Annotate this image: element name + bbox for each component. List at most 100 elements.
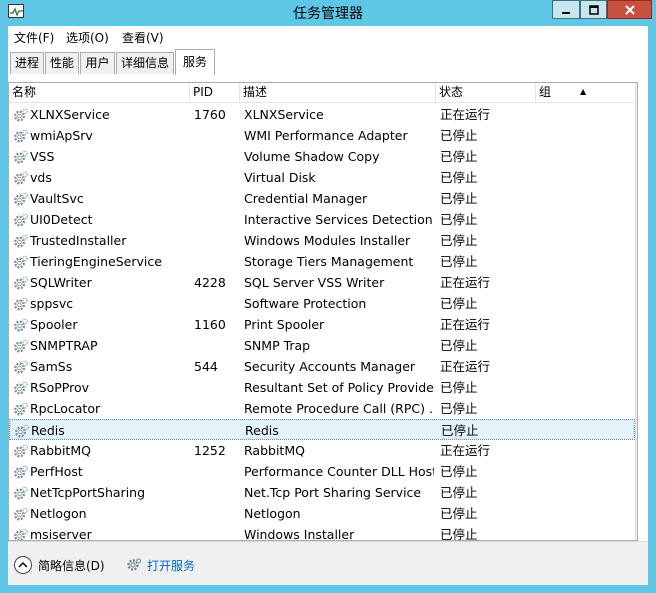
service-name: SNMPTRAP <box>30 338 98 353</box>
service-row[interactable]: SQLWriter 4228 SQL Server VSS Writer 正在运行 <box>9 272 635 293</box>
service-row[interactable]: Spooler 1160 Print Spooler 正在运行 <box>9 314 635 335</box>
service-pid: 4228 <box>194 275 226 290</box>
service-pid <box>194 251 239 272</box>
minimize-button[interactable] <box>552 0 580 19</box>
service-gear-icon <box>13 107 29 123</box>
service-name: UI0Detect <box>30 212 93 227</box>
menu-options[interactable]: 选项(O) <box>66 29 109 46</box>
service-gear-icon <box>13 149 29 165</box>
tab-details[interactable]: 详细信息 <box>116 52 174 74</box>
service-gear-icon <box>13 128 29 144</box>
service-row[interactable]: NetTcpPortSharing Net.Tcp Port Sharing Se… <box>9 482 635 503</box>
tab-performance[interactable]: 性能 <box>45 52 79 74</box>
service-name: msiserver <box>30 527 92 541</box>
service-row[interactable]: VSS Volume Shadow Copy 已停止 <box>9 146 635 167</box>
service-status: 已停止 <box>440 149 478 164</box>
service-pid <box>194 461 239 482</box>
service-row[interactable]: sppsvc Software Protection 已停止 <box>9 293 635 314</box>
column-header-name[interactable]: 名称 <box>9 83 190 103</box>
service-description: Credential Manager <box>244 191 368 206</box>
service-description: XLNXService <box>244 107 324 122</box>
service-gear-icon <box>13 443 29 459</box>
fewer-details-button[interactable]: 简略信息(D) <box>14 554 105 576</box>
service-name: RabbitMQ <box>30 443 91 458</box>
service-gear-icon <box>13 212 29 228</box>
service-row[interactable]: VaultSvc Credential Manager 已停止 <box>9 188 635 209</box>
service-gear-icon <box>13 191 29 207</box>
task-manager-window: 任务管理器 文件(F) 选项(O) 查看(V) 进程 性能 用户 详细信息 服务… <box>0 0 656 593</box>
service-description: Software Protection <box>244 296 367 311</box>
service-description: Windows Modules Installer <box>244 233 411 248</box>
service-status: 正在运行 <box>440 443 491 458</box>
service-name: Redis <box>31 423 65 438</box>
footer-bar: 简略信息(D) 打开服务 <box>8 541 648 585</box>
service-description: Windows Installer <box>244 527 355 541</box>
service-pid: 1252 <box>194 443 226 458</box>
service-pid: 544 <box>194 359 218 374</box>
service-row[interactable]: UI0Detect Interactive Services Detection 已… <box>9 209 635 230</box>
maximize-button[interactable] <box>580 0 607 19</box>
close-icon <box>624 4 635 15</box>
service-row[interactable]: msiserver Windows Installer 已停止 <box>9 524 635 541</box>
scroll-thumb[interactable] <box>637 105 638 147</box>
service-gear-icon <box>13 380 29 396</box>
service-description: Remote Procedure Call (RPC) ... <box>244 401 434 416</box>
tab-processes[interactable]: 进程 <box>10 52 44 74</box>
service-description: Storage Tiers Management <box>244 254 414 269</box>
close-button[interactable] <box>607 0 652 19</box>
service-row[interactable]: TieringEngineService Storage Tiers Manage… <box>9 251 635 272</box>
service-description: Redis <box>245 423 279 438</box>
service-row[interactable]: wmiApSrv WMI Performance Adapter 已停止 <box>9 125 635 146</box>
service-description: Performance Counter DLL Host <box>244 464 434 479</box>
open-services-link[interactable]: 打开服务 <box>126 554 195 576</box>
service-gear-icon <box>13 233 29 249</box>
service-row[interactable]: XLNXService 1760 XLNXService 正在运行 <box>9 104 635 125</box>
service-description: Volume Shadow Copy <box>244 149 380 164</box>
service-name: vds <box>30 170 52 185</box>
service-name: RSoPProv <box>30 380 90 395</box>
service-row[interactable]: RSoPProv Resultant Set of Policy Provider… <box>9 377 635 398</box>
service-gear-icon <box>13 506 29 522</box>
column-header-pid[interactable]: PID <box>190 83 240 103</box>
service-name: sppsvc <box>30 296 74 311</box>
service-row[interactable]: TrustedInstaller Windows Modules Installe… <box>9 230 635 251</box>
service-description: SQL Server VSS Writer <box>244 275 385 290</box>
service-gear-icon <box>13 275 29 291</box>
service-row[interactable]: SNMPTRAP SNMP Trap 已停止 <box>9 335 635 356</box>
service-name: Netlogon <box>30 506 87 521</box>
title-bar[interactable]: 任务管理器 <box>0 0 656 26</box>
menu-file[interactable]: 文件(F) <box>14 29 54 46</box>
service-status: 已停止 <box>440 506 478 521</box>
column-header-status[interactable]: 状态 <box>436 83 536 103</box>
service-description: Net.Tcp Port Sharing Service <box>244 485 422 500</box>
services-list[interactable]: 名称 PID 描述 状态 组 ▲ XLNXService 1760 XLNXServ… <box>8 82 638 541</box>
minimize-icon <box>562 11 570 14</box>
service-row[interactable]: Redis Redis 已停止 <box>9 419 635 440</box>
tab-users[interactable]: 用户 <box>80 52 115 74</box>
service-status: 已停止 <box>440 527 478 541</box>
vertical-scrollbar[interactable]: ▲ ▼ <box>635 83 638 540</box>
service-gear-icon <box>14 423 30 439</box>
service-row[interactable]: Netlogon Netlogon 已停止 <box>9 503 635 524</box>
menu-view[interactable]: 查看(V) <box>122 29 164 46</box>
maximize-icon <box>588 4 599 15</box>
scroll-up-button[interactable]: ▲ <box>636 83 637 100</box>
scroll-down-button[interactable]: ▼ <box>636 523 637 540</box>
service-row[interactable]: PerfHost Performance Counter DLL Host 已停止 <box>9 461 635 482</box>
service-name: TieringEngineService <box>30 254 162 269</box>
client-area: 文件(F) 选项(O) 查看(V) 进程 性能 用户 详细信息 服务 名称 PI… <box>8 26 648 585</box>
service-pid <box>194 482 239 503</box>
service-row[interactable]: SamSs 544 Security Accounts Manager 正在运行 <box>9 356 635 377</box>
service-row[interactable]: RpcLocator Remote Procedure Call (RPC) ..… <box>9 398 635 419</box>
service-description: Netlogon <box>244 506 301 521</box>
service-pid <box>194 230 239 251</box>
service-name: PerfHost <box>30 464 83 479</box>
column-header-description[interactable]: 描述 <box>240 83 436 103</box>
service-row[interactable]: RabbitMQ 1252 RabbitMQ 正在运行 <box>9 440 635 461</box>
service-status: 已停止 <box>441 423 479 438</box>
service-row[interactable]: vds Virtual Disk 已停止 <box>9 167 635 188</box>
service-pid <box>194 335 239 356</box>
tab-services[interactable]: 服务 <box>175 49 215 75</box>
services-gear-icon <box>127 558 142 571</box>
service-status: 已停止 <box>440 233 478 248</box>
